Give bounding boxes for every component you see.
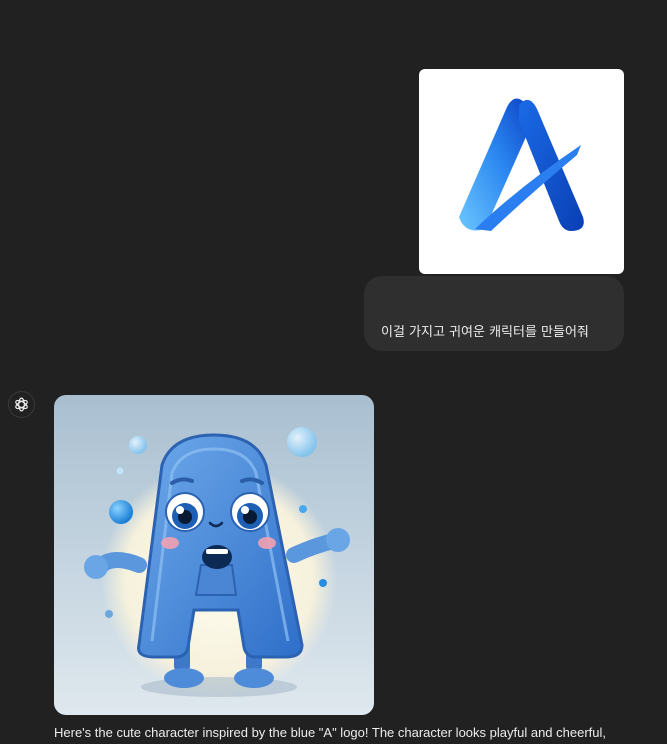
assistant-avatar (8, 391, 35, 418)
a-logo-icon (459, 98, 584, 231)
cute-a-character-illustration (54, 395, 374, 715)
assistant-message-text: Here's the cute character inspired by th… (54, 725, 606, 740)
user-uploaded-image[interactable] (419, 69, 624, 274)
assistant-generated-image[interactable] (54, 395, 374, 715)
user-message-text: 이걸 가지고 귀여운 캐릭터를 만들어줘 (381, 325, 589, 340)
user-message-bubble: 이걸 가지고 귀여운 캐릭터를 만들어줘 (364, 276, 624, 351)
chatgpt-logo-icon (15, 397, 28, 412)
